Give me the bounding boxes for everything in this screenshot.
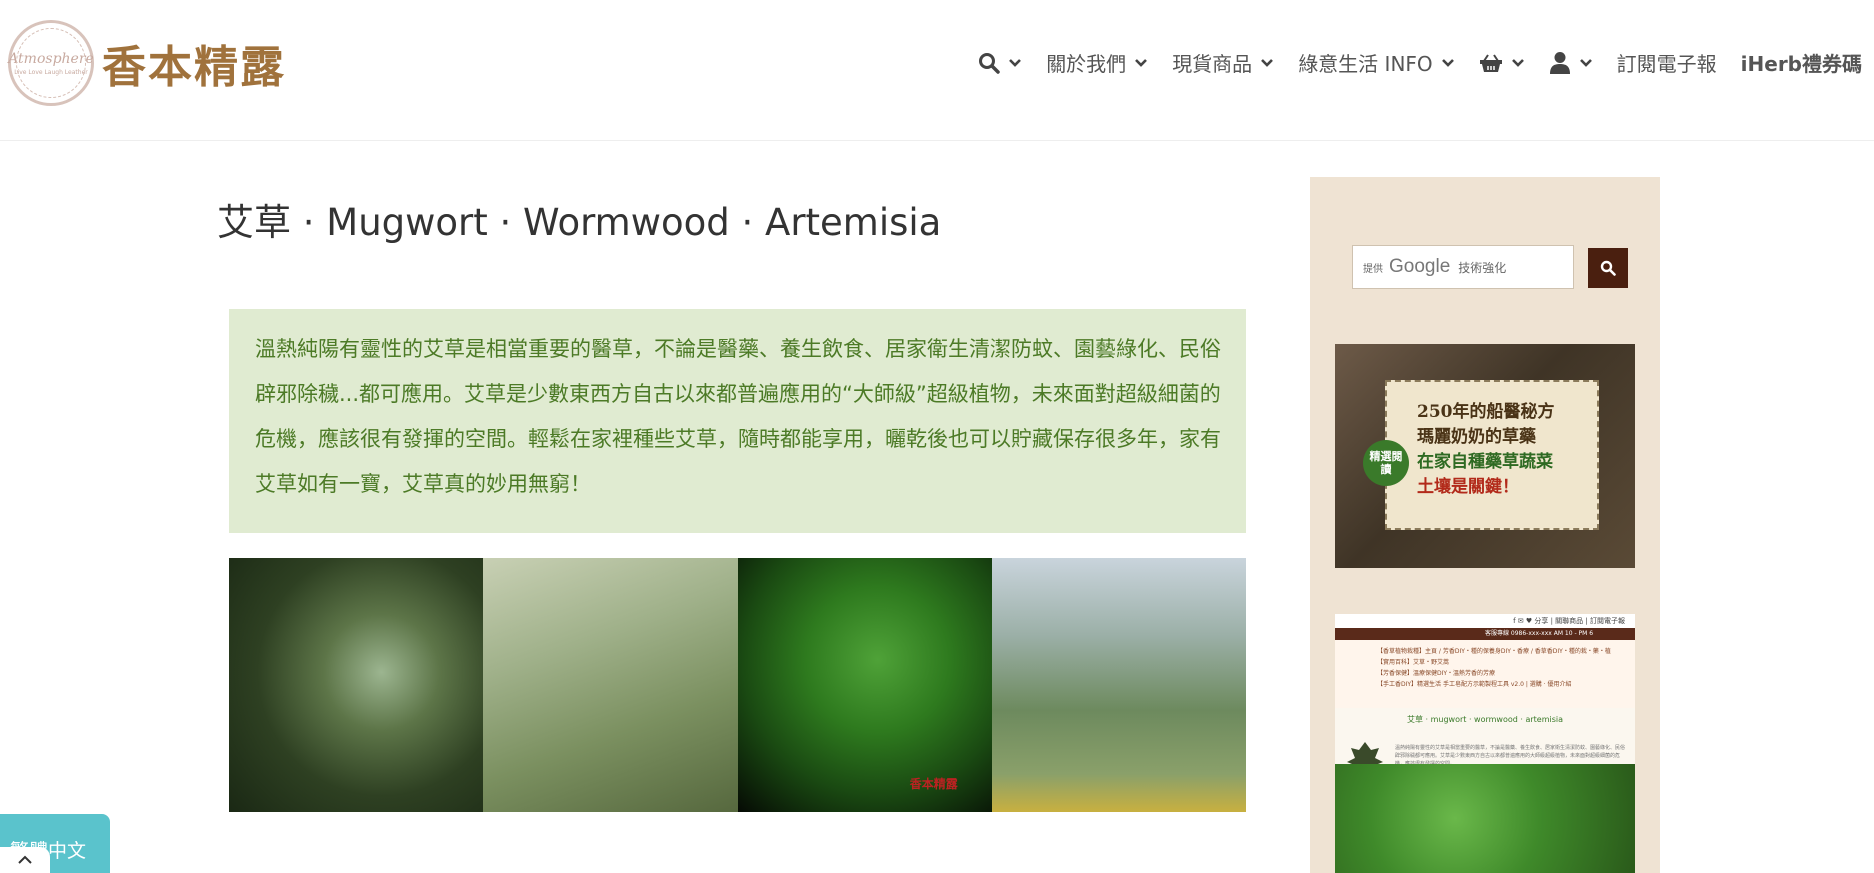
chevron-down-icon [1579, 58, 1592, 67]
nav-products-label: 現貨商品 [1172, 52, 1253, 76]
search-enhanced-label: 技術強化 [1458, 260, 1507, 275]
mugwort-photo [229, 558, 484, 812]
preview-menu-item: 【實用百科】艾草・野艾蒿 [1377, 659, 1450, 666]
search-powered-by: 提供 [1363, 263, 1383, 275]
logo-seal-text: Atmosphere [8, 50, 94, 67]
chevron-down-icon [1135, 58, 1148, 67]
preview-menu-item: 【芳香保健】溫療保健DIY・溫熱芳香的芳療 [1377, 670, 1496, 677]
nav-about-label: 關於我們 [1046, 52, 1127, 76]
intro-box: 溫熱純陽有靈性的艾草是相當重要的醫草，不論是醫藥、養生飲食、居家衛生清潔防蚊、園… [229, 309, 1246, 533]
chevron-down-icon [1511, 58, 1524, 67]
chevron-up-icon [18, 855, 32, 864]
herbal-book-banner[interactable]: 250年的船醫秘方 瑪麗奶奶的草藥 在家自種藥草蔬菜 土壤是關鍵！ 精選閱讀 [1335, 344, 1635, 568]
banner-card: 250年的船醫秘方 瑪麗奶奶的草藥 在家自種藥草蔬菜 土壤是關鍵！ [1385, 380, 1599, 530]
basket-icon [1479, 53, 1502, 72]
site-header: Atmosphere Live Love Laugh Leather 香本精露 … [0, 0, 1874, 141]
logo-seal: Atmosphere Live Love Laugh Leather [8, 20, 94, 106]
logo-seal-subtext: Live Love Laugh Leather [14, 68, 88, 76]
photo-gallery: 香本精露 [229, 558, 1246, 812]
search-icon [1600, 260, 1616, 276]
preview-topbar: f ✉ ♥ 分享 | 關聯商品 | 訂閱電子報 [1335, 614, 1635, 628]
google-wordmark: Google [1389, 256, 1451, 277]
logo-title: 香本精露 [102, 42, 286, 93]
google-search-input[interactable]: 提供 Google 技術強化 [1352, 245, 1574, 289]
chevron-down-icon [1441, 58, 1454, 67]
willow-leaves-photo [991, 558, 1246, 812]
main-nav: 關於我們 現貨商品 綠意生活 INFO 訂閱電子報 iHerb禮券碼 [954, 48, 1862, 77]
mugwort-page-preview[interactable]: f ✉ ♥ 分享 | 關聯商品 | 訂閱電子報 客服專線 0986-xxx-xx… [1335, 614, 1635, 873]
search-icon [979, 52, 1000, 74]
banner-line: 在家自種藥草蔬菜 [1417, 452, 1553, 472]
nav-iherb[interactable]: iHerb禮券碼 [1741, 48, 1862, 77]
nav-green-life-label: 綠意生活 INFO [1298, 52, 1433, 76]
banner-line: 瑪麗奶奶的草藥 [1417, 427, 1536, 447]
intro-text: 溫熱純陽有靈性的艾草是相當重要的醫草，不論是醫藥、養生飲食、居家衛生清潔防蚊、園… [255, 337, 1221, 496]
nav-products[interactable]: 現貨商品 [1172, 48, 1274, 77]
user-icon [1549, 51, 1570, 74]
search-button[interactable] [1588, 248, 1628, 288]
preview-photo [1335, 764, 1635, 873]
preview-menu-item: 【香草植物栽種】主頁 / 芳香DIY・種的保養身DIY・香療 / 香草香DIY・… [1377, 648, 1611, 655]
page-title: 艾草 · Mugwort · Wormwood · Artemisia [217, 201, 942, 244]
site-logo[interactable]: Atmosphere Live Love Laugh Leather 香本精露 [8, 20, 286, 106]
chevron-down-icon [1261, 58, 1274, 67]
chevron-down-icon [1009, 58, 1022, 67]
nav-about[interactable]: 關於我們 [1046, 48, 1148, 77]
nav-search[interactable] [978, 52, 1022, 74]
nav-newsletter[interactable]: 訂閱電子報 [1617, 48, 1717, 77]
nav-newsletter-label: 訂閱電子報 [1616, 52, 1717, 76]
sidebar: 提供 Google 技術強化 250年的船醫秘方 瑪麗奶奶的草藥 在家自種藥草蔬… [1310, 177, 1660, 873]
artemisia-leaves-photo: 香本精露 [737, 558, 992, 812]
preview-menu: 【香草植物栽種】主頁 / 芳香DIY・種的保養身DIY・香療 / 香草香DIY・… [1335, 640, 1635, 708]
nav-green-life[interactable]: 綠意生活 INFO [1298, 48, 1454, 77]
preview-info-bar: 客服專線 0986-xxx-xxx AM 10 - PM 6 [1335, 628, 1635, 640]
preview-menu-item: 【手工香DIY】精選生活 手工皂配方示範製程工具 v2.0 | 選購 · 優用介… [1377, 681, 1572, 688]
banner-line: 250年的船醫秘方 [1417, 402, 1555, 422]
banner-line: 土壤是關鍵！ [1417, 477, 1519, 497]
nav-cart[interactable] [1479, 53, 1525, 73]
wormwood-field-photo [483, 558, 738, 812]
featured-badge: 精選閱讀 [1363, 440, 1409, 486]
language-toggle[interactable] [0, 847, 50, 873]
photo-watermark: 香本精露 [909, 777, 958, 791]
nav-account[interactable] [1549, 51, 1593, 75]
preview-heading: 艾草 · mugwort · wormwood · artemisia [1406, 715, 1564, 724]
nav-iherb-label: iHerb禮券碼 [1740, 52, 1862, 76]
